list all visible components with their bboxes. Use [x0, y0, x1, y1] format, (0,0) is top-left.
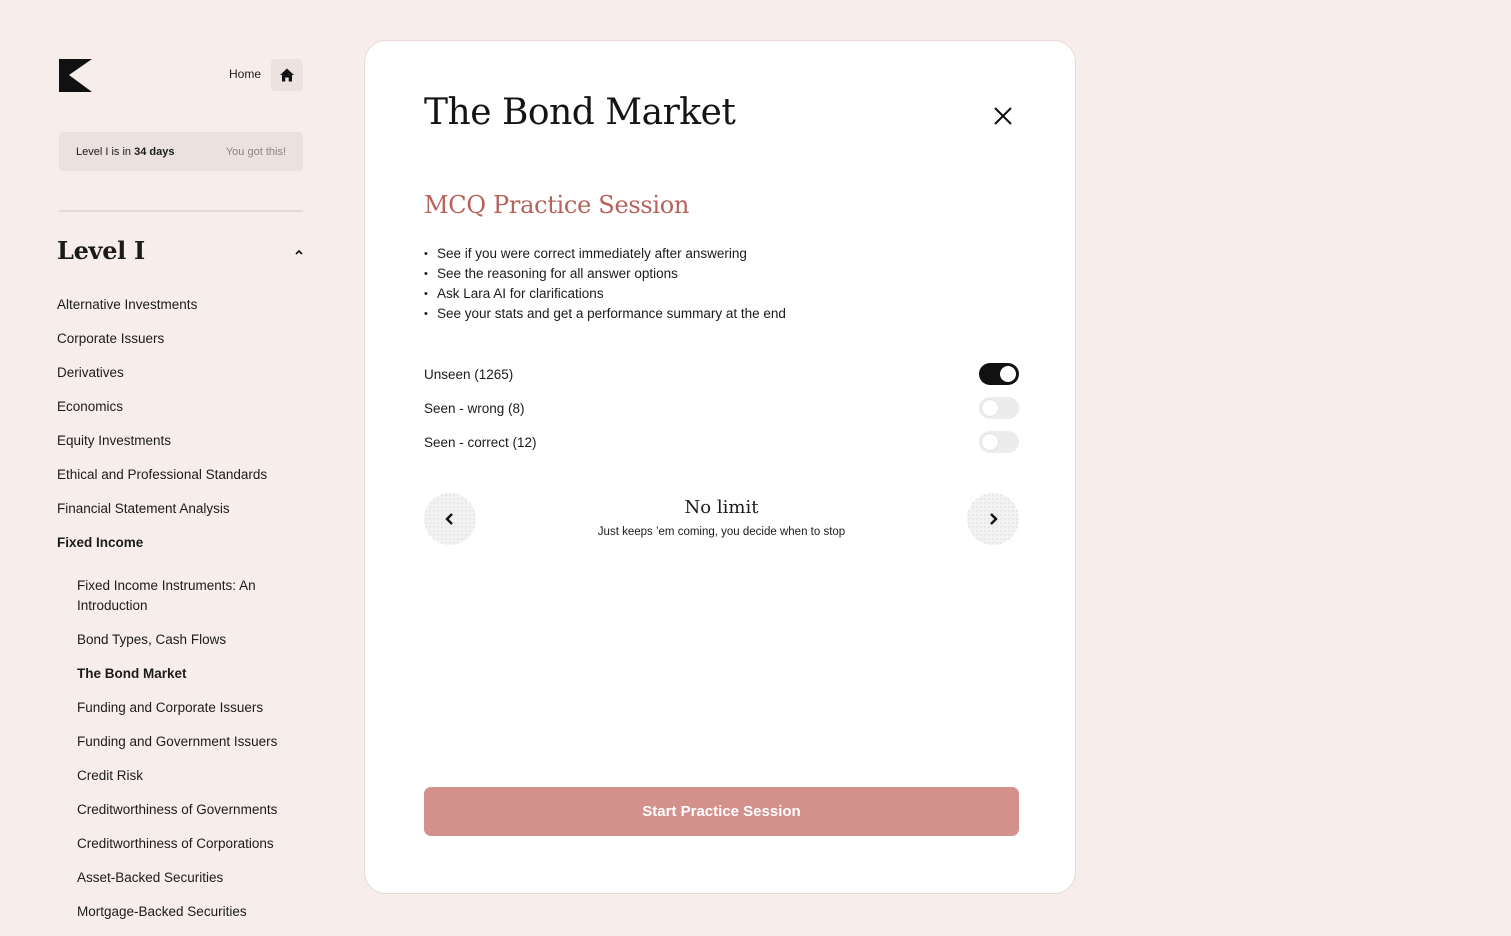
filter-seen-correct: Seen - correct (12)	[424, 430, 1019, 454]
subtopic-creditworthiness-corporations[interactable]: Creditworthiness of Corporations	[77, 834, 297, 854]
subtopic-funding-government[interactable]: Funding and Government Issuers	[77, 732, 297, 752]
subtopic-asset-backed[interactable]: Asset-Backed Securities	[77, 868, 297, 888]
brand-logo[interactable]	[59, 59, 92, 92]
topic-list: Alternative Investments Corporate Issuer…	[57, 296, 267, 568]
sidebar-item-financial-statement-analysis[interactable]: Financial Statement Analysis	[57, 500, 267, 534]
subtopic-bond-market[interactable]: The Bond Market	[77, 664, 297, 684]
feature-item: See if you were correct immediately afte…	[424, 244, 786, 264]
feature-item: Ask Lara AI for clarifications	[424, 284, 786, 304]
seen-wrong-toggle[interactable]	[979, 397, 1019, 419]
feature-item: See the reasoning for all answer options	[424, 264, 786, 284]
sidebar-item-fixed-income[interactable]: Fixed Income	[57, 534, 267, 568]
toggle-knob	[1000, 366, 1016, 382]
seen-correct-toggle[interactable]	[979, 431, 1019, 453]
home-button[interactable]	[271, 59, 303, 91]
sidebar-item-derivatives[interactable]: Derivatives	[57, 364, 267, 398]
level-heading[interactable]: Level I	[57, 236, 145, 265]
exam-countdown: Level I is in 34 days You got this!	[59, 132, 303, 171]
next-limit-button[interactable]	[967, 493, 1019, 545]
home-icon	[280, 68, 294, 82]
countdown-days: 34 days	[134, 145, 175, 158]
filter-seen-wrong: Seen - wrong (8)	[424, 396, 1019, 420]
subtopic-creditworthiness-governments[interactable]: Creditworthiness of Governments	[77, 800, 297, 820]
filter-label: Seen - correct (12)	[424, 434, 537, 450]
sidebar-item-equity-investments[interactable]: Equity Investments	[57, 432, 267, 466]
filter-label: Unseen (1265)	[424, 366, 514, 382]
subtopic-mortgage-backed[interactable]: Mortgage-Backed Securities	[77, 902, 297, 922]
toggle-knob	[982, 434, 998, 450]
unseen-toggle[interactable]	[979, 363, 1019, 385]
section-title: MCQ Practice Session	[424, 191, 690, 219]
sidebar-item-corporate-issuers[interactable]: Corporate Issuers	[57, 330, 267, 364]
question-limit-value: No limit	[684, 497, 759, 518]
subtopic-funding-corporate[interactable]: Funding and Corporate Issuers	[77, 698, 297, 718]
feature-item: See your stats and get a performance sum…	[424, 304, 786, 324]
subtopic-credit-risk[interactable]: Credit Risk	[77, 766, 297, 786]
subtopic-list: Fixed Income Instruments: An Introductio…	[77, 576, 297, 936]
practice-session-modal: The Bond Market MCQ Practice Session See…	[364, 40, 1076, 894]
filter-label: Seen - wrong (8)	[424, 400, 525, 416]
chevron-right-icon	[990, 513, 998, 525]
feature-list: See if you were correct immediately afte…	[424, 244, 786, 324]
home-link[interactable]: Home	[229, 67, 261, 81]
subtopic-fixed-income-instruments[interactable]: Fixed Income Instruments: An Introductio…	[77, 576, 297, 616]
filter-unseen: Unseen (1265)	[424, 362, 1019, 386]
question-limit-description: Just keeps ’em coming, you decide when t…	[597, 526, 846, 538]
sidebar-item-ethical-standards[interactable]: Ethical and Professional Standards	[57, 466, 267, 500]
countdown-text: Level I is in 34 days	[76, 145, 175, 158]
sidebar-divider	[59, 210, 303, 212]
chevron-up-icon[interactable]	[294, 248, 304, 256]
close-icon	[994, 107, 1012, 125]
modal-title: The Bond Market	[424, 92, 736, 133]
close-button[interactable]	[988, 101, 1018, 131]
sidebar-item-alternative-investments[interactable]: Alternative Investments	[57, 296, 267, 330]
toggle-knob	[982, 400, 998, 416]
start-practice-button[interactable]: Start Practice Session	[424, 787, 1019, 836]
sidebar-item-economics[interactable]: Economics	[57, 398, 267, 432]
countdown-cheer: You got this!	[225, 145, 286, 158]
subtopic-bond-types[interactable]: Bond Types, Cash Flows	[77, 630, 297, 650]
